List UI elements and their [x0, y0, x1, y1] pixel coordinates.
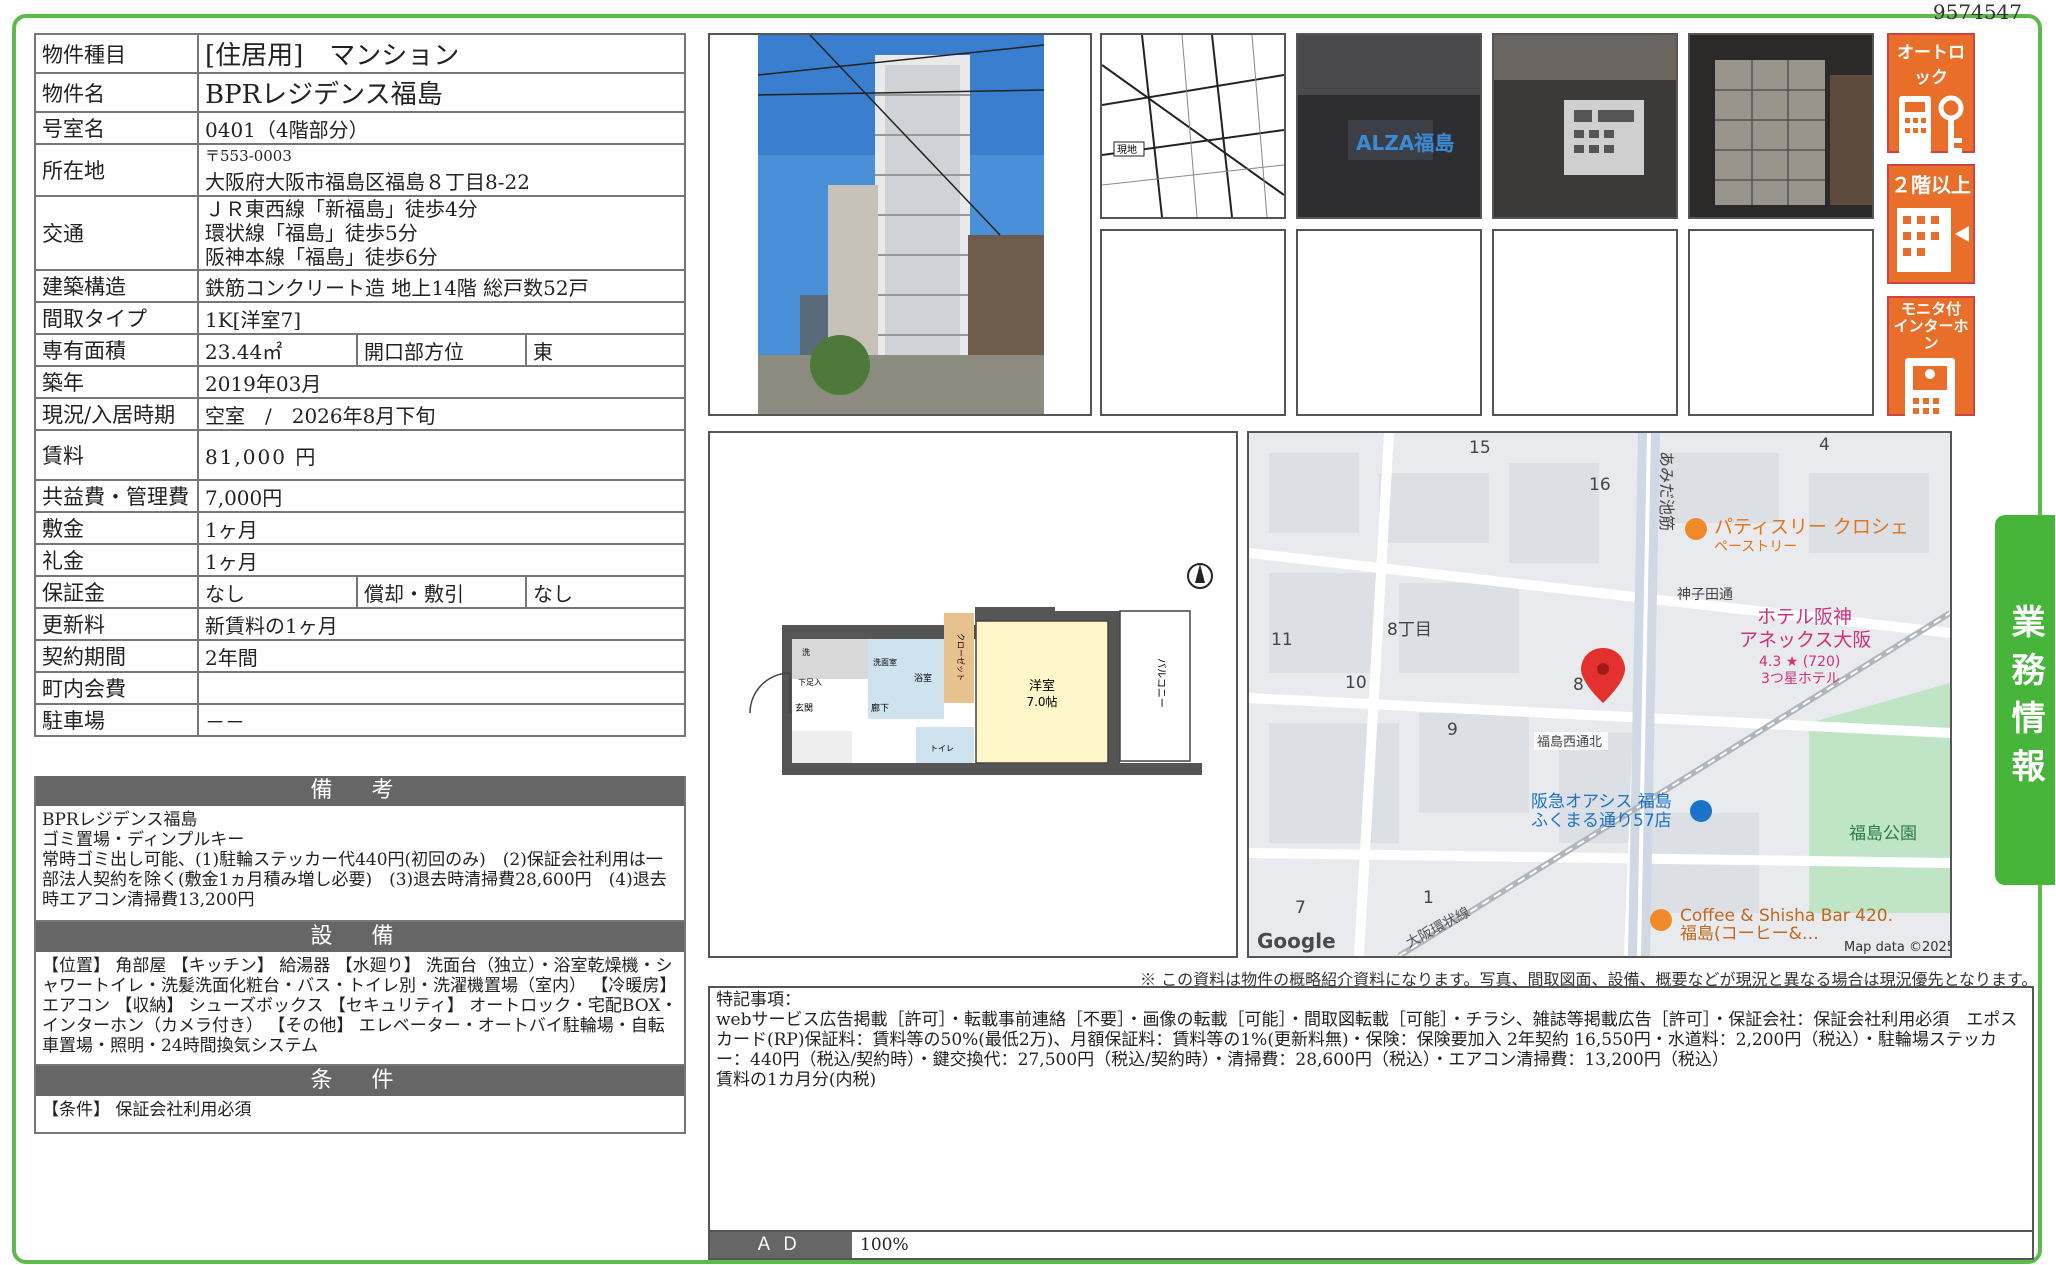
building-icon: [1897, 208, 1969, 272]
svg-text:アネックス大阪: アネックス大阪: [1739, 629, 1871, 651]
svg-text:16: 16: [1589, 475, 1611, 495]
svg-text:トイレ: トイレ: [930, 744, 954, 753]
svg-text:福島西通北: 福島西通北: [1537, 735, 1602, 750]
svg-text:浴室: 浴室: [914, 672, 932, 684]
spec-row-layout: 間取タイプ 1K[洋室7]: [34, 301, 686, 335]
entrance-sign: ALZA福島: [1356, 131, 1454, 155]
second-floor-badge: ２階以上: [1887, 164, 1975, 284]
svg-text:洗面室: 洗面室: [873, 657, 897, 667]
ad-label: ＡＤ: [710, 1232, 852, 1258]
svg-text:玄関: 玄関: [795, 702, 813, 714]
autolock-badge-label: オートロック: [1897, 43, 1965, 88]
spec-row-access: 交通 ＪＲ東西線「新福島」徒歩4分 環状線「福島」徒歩5分 阪神本線「福島」徒歩6分: [34, 195, 686, 271]
spec-row-parking: 駐車場 －－: [34, 703, 686, 737]
monitor-intercom-badge-label: モニタ付 インターホン: [1893, 300, 1969, 352]
room-name: 洋室: [1029, 678, 1055, 694]
spec-row-rent: 賃料 81,000 円: [34, 429, 686, 481]
compass-icon: [1187, 563, 1213, 589]
svg-text:パティスリー クロシェ: パティスリー クロシェ: [1714, 516, 1909, 538]
ad-value: 100%: [860, 1235, 909, 1255]
lock-icon: [1899, 95, 1964, 156]
svg-text:ホテル阪神: ホテル阪神: [1757, 606, 1852, 628]
svg-text:3つ星ホテル: 3つ星ホテル: [1761, 671, 1840, 687]
room-size: 7.0帖: [1026, 694, 1057, 709]
special-notes-box: 特記事項： webサービス広告掲載［許可］・転載事前連絡［不要］・画像の転載［可…: [708, 986, 2034, 1232]
facilities-section: 設 備 【位置】 角部屋 【キッチン】 給湯器 【水廻り】 洗面台（独立）・浴室…: [34, 922, 686, 1066]
business-info-tab[interactable]: 業務情報: [1995, 515, 2055, 885]
document-id: 9574547: [1932, 0, 2022, 24]
empty-photo-slot: [1100, 229, 1286, 416]
spec-row-deposit: 敷金 1ヶ月: [34, 511, 686, 545]
facilities-text: 【位置】 角部屋 【キッチン】 給湯器 【水廻り】 洗面台（独立）・浴室乾燥機・…: [42, 956, 678, 1056]
spec-row-keymoney: 礼金 1ヶ月: [34, 543, 686, 577]
conditions-section: 条 件 【条件】 保証会社利用必須: [34, 1066, 686, 1134]
svg-text:11: 11: [1271, 630, 1293, 650]
svg-text:ふくまる通り57店: ふくまる通り57店: [1531, 811, 1672, 831]
building-photo: [708, 33, 1092, 416]
empty-photo-slot: [1688, 229, 1874, 416]
svg-text:クローゼット: クローゼット: [956, 633, 966, 681]
empty-photo-slot: [1296, 229, 1482, 416]
svg-text:Map data ©2025: Map data ©2025: [1844, 940, 1950, 955]
spec-row-type: 物件種目 [住居用] マンション: [34, 33, 686, 74]
spec-row-status: 現況/入居時期 空室 / 2026年8月下旬: [34, 397, 686, 431]
spec-row-guarantee: 保証金 なし 償却・敷引 なし: [34, 575, 686, 609]
spec-row-structure: 建築構造 鉄筋コンクリート造 地上14階 総戸数52戸: [34, 269, 686, 303]
svg-text:福島(コーヒー&…: 福島(コーヒー&…: [1680, 924, 1819, 944]
svg-text:4.3 ★ (720): 4.3 ★ (720): [1759, 654, 1840, 670]
svg-text:福島公園: 福島公園: [1849, 824, 1917, 844]
svg-text:1: 1: [1423, 888, 1434, 908]
conditions-header: 条 件: [36, 1066, 684, 1096]
spec-row-fee: 共益費・管理費 7,000円: [34, 479, 686, 513]
svg-text:Coffee & Shisha Bar 420.: Coffee & Shisha Bar 420.: [1680, 906, 1893, 926]
autolock-badge: オートロック: [1887, 33, 1975, 156]
remarks-header: 備 考: [36, 776, 684, 806]
spec-row-name: 物件名 BPRレジデンス福島: [34, 72, 686, 113]
svg-text:神子田通: 神子田通: [1677, 587, 1733, 603]
spec-row-town: 町内会費: [34, 671, 686, 705]
floor-plan: 洋室 7.0帖 バルコニー クローゼット 浴室 洗面室 玄関 廊下 トイレ 下足…: [708, 431, 1238, 958]
spec-row-built: 築年 2019年03月: [34, 365, 686, 399]
svg-text:阪急オアシス 福島: 阪急オアシス 福島: [1531, 792, 1672, 812]
facilities-header: 設 備: [36, 922, 684, 952]
spec-row-area: 専有面積 23.44㎡ 開口部方位東: [34, 333, 686, 367]
svg-text:7: 7: [1295, 898, 1306, 918]
spec-row-room: 号室名 0401（4階部分）: [34, 111, 686, 145]
svg-text:下足入: 下足入: [798, 678, 822, 687]
spec-row-renewal: 更新料 新賃料の1ヶ月: [34, 607, 686, 641]
special-notes-text: 特記事項： webサービス広告掲載［許可］・転載事前連絡［不要］・画像の転載［可…: [716, 990, 2018, 1090]
postal-code: 〒553-0003: [205, 147, 292, 165]
entrance-photo: ALZA福島: [1296, 33, 1482, 219]
location-map[interactable]: 15 16 4 11 10 9 8 7 1 8丁目 あみだ池筋 パティスリー ク…: [1247, 431, 1952, 958]
svg-text:ペーストリー: ペーストリー: [1714, 539, 1797, 555]
spec-row-address: 所在地 〒553-0003 大阪府大阪市福島区福島８丁目8-22: [34, 143, 686, 197]
google-logo: Google: [1257, 929, 1336, 953]
svg-text:バルコニー: バルコニー: [1155, 658, 1167, 708]
svg-text:4: 4: [1819, 435, 1830, 455]
svg-text:15: 15: [1469, 438, 1491, 458]
ad-row: ＡＤ 100%: [708, 1230, 2034, 1260]
svg-text:8: 8: [1573, 675, 1584, 695]
monitor-intercom-badge: モニタ付 インターホン: [1887, 296, 1975, 428]
spec-row-contract: 契約期間 2年間: [34, 639, 686, 673]
map-thumbnail: 現地: [1100, 33, 1286, 219]
remarks-text: BPRレジデンス福島 ゴミ置場・ディンプルキー 常時ゴミ出し可能、(1)駐輪ステ…: [42, 810, 667, 910]
conditions-text: 【条件】 保証会社利用必須: [42, 1100, 252, 1120]
address-value: 大阪府大阪市福島区福島８丁目8-22: [205, 170, 530, 194]
svg-text:10: 10: [1345, 673, 1367, 693]
intercom-photo: [1492, 33, 1678, 219]
mailbox-photo: [1688, 33, 1874, 219]
svg-text:廊下: 廊下: [871, 702, 889, 714]
second-floor-badge-label: ２階以上: [1891, 173, 1971, 197]
map-thumb-label: 現地: [1117, 143, 1137, 156]
remarks-section: 備 考 BPRレジデンス福島 ゴミ置場・ディンプルキー 常時ゴミ出し可能、(1)…: [34, 776, 686, 922]
property-spec-table: 物件種目 [住居用] マンション 物件名 BPRレジデンス福島 号室名 0401（4階…: [34, 33, 686, 737]
svg-text:洗: 洗: [802, 647, 810, 657]
intercom-icon: [1905, 358, 1955, 428]
svg-text:9: 9: [1447, 720, 1458, 740]
svg-text:8丁目: 8丁目: [1387, 620, 1432, 640]
empty-photo-slot: [1492, 229, 1678, 416]
svg-text:あみだ池筋: あみだ池筋: [1657, 451, 1676, 531]
